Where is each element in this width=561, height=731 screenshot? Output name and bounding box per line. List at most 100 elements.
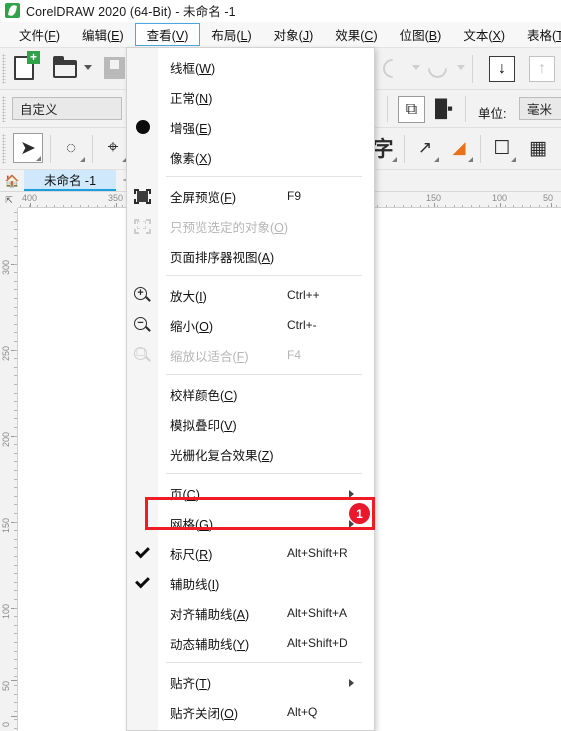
menu-item-gutter: ☐: [127, 340, 158, 370]
property-bar-grip[interactable]: [2, 96, 6, 122]
ruler-minor-tick: [14, 350, 17, 351]
crop-tool-icon[interactable]: ⌖: [98, 133, 128, 163]
ruler-minor-tick: [14, 590, 17, 591]
pick-tool-icon[interactable]: ➤: [13, 133, 43, 163]
open-dropdown-icon[interactable]: [84, 65, 92, 70]
menu-item-v[interactable]: 模拟叠印(V): [127, 409, 374, 439]
menu-item-gutter: [127, 82, 158, 112]
redo-dropdown-icon[interactable]: [457, 65, 465, 70]
undo-dropdown-icon[interactable]: [412, 65, 420, 70]
new-document-icon[interactable]: [14, 51, 40, 80]
menu-item-c[interactable]: 校样颜色(C): [127, 379, 374, 409]
pick-flyout-icon[interactable]: [36, 156, 41, 161]
menu-item-c[interactable]: 页(C): [127, 478, 374, 508]
menu-item-a[interactable]: 对齐辅助线(A) Alt+Shift+A: [127, 598, 374, 628]
export-icon[interactable]: ↑: [529, 56, 555, 82]
menu-item-o[interactable]: − 缩小(O) Ctrl+-: [127, 310, 374, 340]
save-document-icon[interactable]: [104, 57, 125, 79]
menu-item-shortcut: F9: [287, 189, 302, 203]
menu-item-label: 校样颜色(C): [170, 388, 238, 403]
ruler-label: 400: [22, 193, 38, 203]
toolbar-grip[interactable]: [2, 54, 6, 84]
radio-dot-icon: [135, 120, 150, 134]
menu-l[interactable]: 布局(L): [200, 22, 262, 47]
ruler-minor-tick: [471, 205, 472, 207]
toolbox-separator-4: [480, 135, 481, 163]
dimension-tool-icon[interactable]: ↗: [410, 133, 440, 163]
ruler-minor-tick: [14, 298, 17, 299]
menu-item-o: 只预览选定的对象(O): [127, 211, 374, 241]
drop-shadow-tool-icon[interactable]: ☐: [487, 133, 517, 163]
toolbox-separator-3: [404, 135, 405, 163]
menu-item-shortcut: F4: [287, 348, 302, 362]
dimension-flyout-icon[interactable]: [434, 157, 439, 162]
menu-item-label: 对齐辅助线(A): [170, 607, 250, 622]
ruler-minor-tick: [462, 205, 463, 207]
menu-e[interactable]: 编辑(E): [71, 22, 135, 47]
transparency-tool-icon[interactable]: ▦: [523, 133, 553, 163]
ruler-minor-tick: [454, 205, 455, 207]
menu-item-x[interactable]: 像素(X): [127, 142, 374, 172]
connector-flyout-icon[interactable]: [468, 157, 473, 162]
menu-b[interactable]: 位图(B): [389, 22, 453, 47]
document-tab[interactable]: 未命名 -1: [24, 170, 116, 191]
menu-item-i[interactable]: 辅助线(I): [127, 568, 374, 598]
undo-icon[interactable]: [379, 55, 406, 82]
workspace-combo[interactable]: 自定义: [12, 97, 122, 120]
menu-item-gutter: [127, 478, 158, 508]
connector-tool-icon[interactable]: ◢: [444, 133, 474, 163]
menu-separator: [166, 473, 362, 474]
menu-x[interactable]: 文本(X): [452, 22, 516, 47]
shadow-flyout-icon[interactable]: [511, 157, 516, 162]
ruler-minor-tick: [71, 205, 72, 207]
ruler-minor-tick: [14, 341, 17, 342]
menu-item-w[interactable]: 线框(W): [127, 52, 374, 82]
redo-icon[interactable]: [424, 55, 451, 82]
open-document-icon[interactable]: [53, 56, 77, 78]
menu-item-o[interactable]: 贴齐关闭(O) Alt+Q: [127, 697, 374, 727]
shape-flyout-icon[interactable]: [80, 157, 85, 162]
overlap-objects-icon[interactable]: ⧉: [398, 96, 425, 123]
ruler-minor-tick: [14, 436, 17, 437]
menu-c[interactable]: 效果(C): [324, 22, 388, 47]
ruler-minor-tick: [394, 205, 395, 207]
menu-item-t[interactable]: 贴齐(T): [127, 667, 374, 697]
menu-item-z[interactable]: 光栅化复合效果(Z): [127, 439, 374, 469]
toolbox-grip[interactable]: [2, 134, 6, 164]
menu-item-label: 正常(N): [170, 91, 213, 106]
menu-label: 布局(L): [211, 29, 252, 43]
menu-item-gutter: [127, 697, 158, 727]
menu-t[interactable]: 表格(T): [516, 22, 561, 47]
menu-item-r[interactable]: 标尺(R) Alt+Shift+R: [127, 538, 374, 568]
full-screen-preview-icon: [134, 188, 151, 204]
align-distribute-icon[interactable]: █▪: [432, 98, 456, 120]
step-badge: 1: [349, 503, 370, 524]
ruler-minor-tick: [488, 205, 489, 207]
ruler-tick: [551, 203, 552, 207]
menu-item-f[interactable]: 全屏预览(F) F9: [127, 181, 374, 211]
ruler-minor-tick: [63, 205, 64, 207]
ruler-origin-icon[interactable]: ⇱: [0, 192, 18, 208]
vertical-ruler[interactable]: 300 250 200 150 100 50 0: [0, 208, 18, 731]
menu-item-a[interactable]: 页面排序器视图(A): [127, 241, 374, 271]
menu-v[interactable]: 查看(V): [134, 23, 201, 46]
import-icon[interactable]: ↓: [489, 56, 515, 82]
menu-item-g[interactable]: 网格(G): [127, 508, 374, 538]
text-flyout-icon[interactable]: [392, 157, 397, 162]
menu-item-gutter: [127, 538, 158, 568]
ruler-minor-tick: [420, 205, 421, 207]
menu-item-i[interactable]: + 放大(I) Ctrl++: [127, 280, 374, 310]
home-icon[interactable]: 🏠: [0, 170, 24, 191]
ruler-label: 0: [1, 721, 11, 727]
menu-item-y[interactable]: 动态辅助线(Y) Alt+Shift+D: [127, 628, 374, 658]
coreldraw-logo-icon: [5, 3, 20, 18]
units-combo[interactable]: 毫米: [519, 97, 561, 120]
menu-j[interactable]: 对象(J): [263, 22, 325, 47]
menu-f[interactable]: 文件(F): [8, 22, 71, 47]
shape-tool-icon[interactable]: ◌: [56, 133, 86, 163]
menu-item-e[interactable]: 增强(E): [127, 112, 374, 142]
ruler-minor-tick: [14, 212, 17, 213]
ruler-minor-tick: [29, 205, 30, 207]
ruler-minor-tick: [14, 659, 17, 660]
menu-item-n[interactable]: 正常(N): [127, 82, 374, 112]
